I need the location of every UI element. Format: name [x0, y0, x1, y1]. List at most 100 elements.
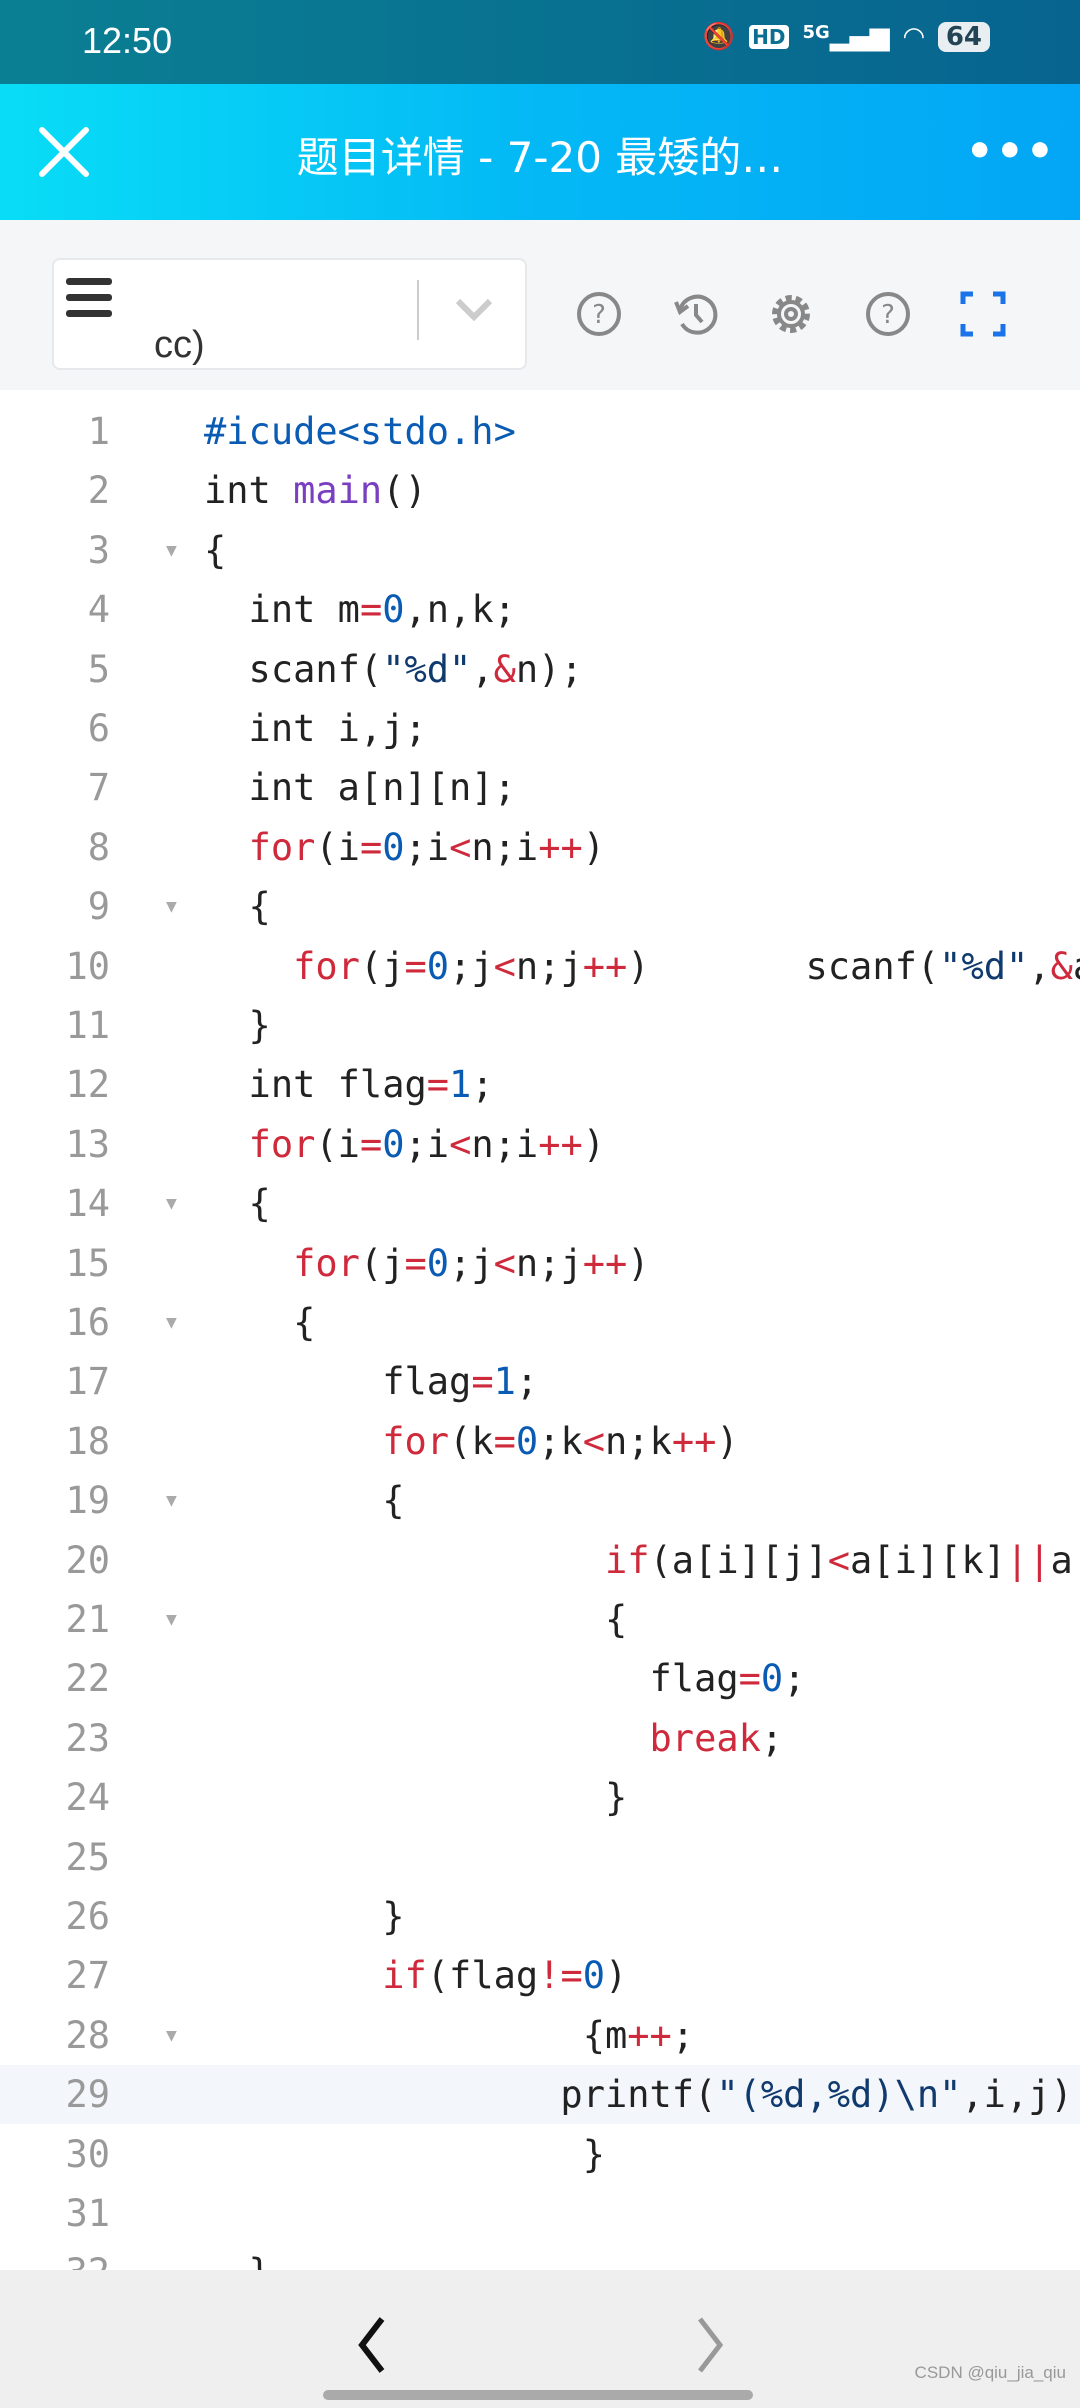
code-token: } [204, 2251, 271, 2270]
help-circle-icon[interactable]: ? [864, 290, 912, 338]
code-token: 1 [449, 1063, 472, 1107]
code-line[interactable]: 28 ▼ {m++; [0, 2006, 1080, 2065]
code-line[interactable]: 23 break; [0, 1709, 1080, 1768]
fullscreen-icon[interactable] [959, 290, 1007, 338]
code-token: if [382, 1954, 427, 1998]
fold-arrow-icon[interactable]: ▼ [166, 2006, 177, 2065]
code-token: {m [204, 2013, 628, 2057]
code-token: a [1050, 1538, 1073, 1582]
fold-arrow-icon[interactable]: ▼ [166, 1590, 177, 1649]
code-token: "%d" [939, 944, 1029, 988]
fold-arrow-icon[interactable]: ▼ [166, 877, 177, 936]
gear-icon[interactable] [767, 290, 815, 338]
code-text: int flag=1; [204, 1055, 494, 1114]
code-text: int a[n][n]; [204, 758, 516, 817]
code-text: {m++; [204, 2006, 694, 2065]
code-line[interactable]: 19 ▼ { [0, 1471, 1080, 1530]
code-token: = [471, 1360, 494, 1404]
code-line[interactable]: 20 if(a[i][j]<a[i][k]||a [0, 1531, 1080, 1590]
code-token: 0 [515, 1419, 539, 1463]
code-text: int main() [204, 461, 427, 520]
code-token: < [827, 1538, 851, 1582]
code-line[interactable]: 6 int i,j; [0, 699, 1080, 758]
code-token: (i [315, 1122, 360, 1166]
line-number: 6 [87, 707, 110, 750]
code-token: ;k [538, 1419, 583, 1463]
code-token: { [204, 1598, 628, 1641]
code-token: int flag [204, 1063, 427, 1107]
more-horizontal-icon[interactable]: ••• [966, 126, 1056, 177]
fold-arrow-icon[interactable]: ▼ [166, 1293, 177, 1352]
code-text: } [204, 1768, 627, 1827]
code-line[interactable]: 12 int flag=1; [0, 1055, 1080, 1114]
menu-icon[interactable] [66, 278, 112, 318]
code-line[interactable]: 32 } [0, 2243, 1080, 2270]
line-number: 18 [65, 1419, 110, 1463]
language-value: cc) [154, 324, 205, 366]
language-select[interactable]: cc) [52, 258, 527, 370]
line-number: 14 [65, 1182, 110, 1226]
code-line[interactable]: 3 ▼ { [0, 521, 1080, 580]
code-text: { [204, 877, 271, 936]
chevron-right-icon[interactable] [690, 2315, 730, 2375]
code-line[interactable]: 24 } [0, 1768, 1080, 1827]
code-line[interactable]: 25 [0, 1828, 1080, 1887]
code-line[interactable]: 10 for(j=0;j<n;j++) scanf("%d",&a[i [0, 937, 1080, 996]
code-line[interactable]: 30 } [0, 2125, 1080, 2184]
code-text: { [204, 1471, 404, 1530]
code-line[interactable]: 18 for(k=0;k<n;k++) [0, 1412, 1080, 1471]
code-line[interactable]: 27 if(flag!=0) [0, 1946, 1080, 2005]
status-icons: 🔕 HD 5G▂▄▆ ◠ 64 [703, 22, 990, 52]
code-line[interactable]: 9 ▼ { [0, 877, 1080, 936]
code-token: int [204, 469, 294, 513]
code-line[interactable]: 21 ▼ { [0, 1590, 1080, 1649]
code-line[interactable]: 1 #icude<stdo.h> [0, 402, 1080, 461]
line-number: 20 [65, 1538, 110, 1582]
code-token: (k [449, 1419, 494, 1463]
chevron-down-icon[interactable] [454, 295, 494, 325]
code-line[interactable]: 4 int m=0,n,k; [0, 580, 1080, 639]
code-line[interactable]: 22 flag=0; [0, 1649, 1080, 1708]
code-token: ;j [449, 944, 494, 988]
home-indicator[interactable] [323, 2390, 753, 2400]
fold-arrow-icon[interactable]: ▼ [166, 1471, 177, 1530]
line-number: 22 [65, 1657, 110, 1701]
code-line[interactable]: 2 int main() [0, 461, 1080, 520]
code-token: = [359, 588, 383, 632]
code-token: int a[n][n]; [204, 766, 516, 810]
fold-arrow-icon[interactable]: ▼ [166, 521, 177, 580]
code-token: ,n,k; [404, 588, 516, 632]
code-line[interactable]: 31 [0, 2184, 1080, 2243]
line-number: 19 [65, 1479, 110, 1523]
code-token: 0 [426, 1241, 450, 1285]
code-line[interactable]: 29 printf("(%d,%d)\n",i,j) [0, 2065, 1080, 2125]
code-token: < [582, 1419, 606, 1463]
code-line[interactable]: 5 scanf("%d",&n); [0, 640, 1080, 699]
code-line[interactable]: 16 ▼ { [0, 1293, 1080, 1352]
code-token: (i [315, 825, 360, 869]
code-text: flag=0; [204, 1649, 806, 1708]
history-icon[interactable] [672, 290, 720, 338]
code-line[interactable]: 11 } [0, 996, 1080, 1055]
line-number: 2 [87, 469, 110, 513]
code-line[interactable]: 14 ▼ { [0, 1174, 1080, 1233]
fold-arrow-icon[interactable]: ▼ [166, 1174, 177, 1233]
code-token: "%d" [382, 647, 472, 691]
code-line[interactable]: 13 for(i=0;i<n;i++) [0, 1115, 1080, 1174]
code-token: a[i [1073, 945, 1080, 988]
help-circle-icon[interactable]: ? [575, 290, 623, 338]
code-token: n;k [605, 1419, 672, 1463]
code-token: 0 [426, 944, 450, 988]
code-line[interactable]: 17 flag=1; [0, 1352, 1080, 1411]
code-token: = [404, 944, 427, 988]
code-editor[interactable]: 1 #icude<stdo.h> 2 int main() 3 ▼{4 int m=0,n… [0, 390, 1080, 2270]
code-token: ++ [538, 1122, 583, 1166]
bottom-nav: CSDN @qiu_jia_qiu [0, 2270, 1080, 2408]
code-line[interactable]: 15 for(j=0;j<n;j++) [0, 1234, 1080, 1293]
code-line[interactable]: 26 } [0, 1887, 1080, 1946]
code-token: ) [627, 1241, 650, 1285]
code-line[interactable]: 8 for(i=0;i<n;i++) [0, 818, 1080, 877]
chevron-left-icon[interactable] [352, 2315, 392, 2375]
code-line[interactable]: 7 int a[n][n]; [0, 758, 1080, 817]
